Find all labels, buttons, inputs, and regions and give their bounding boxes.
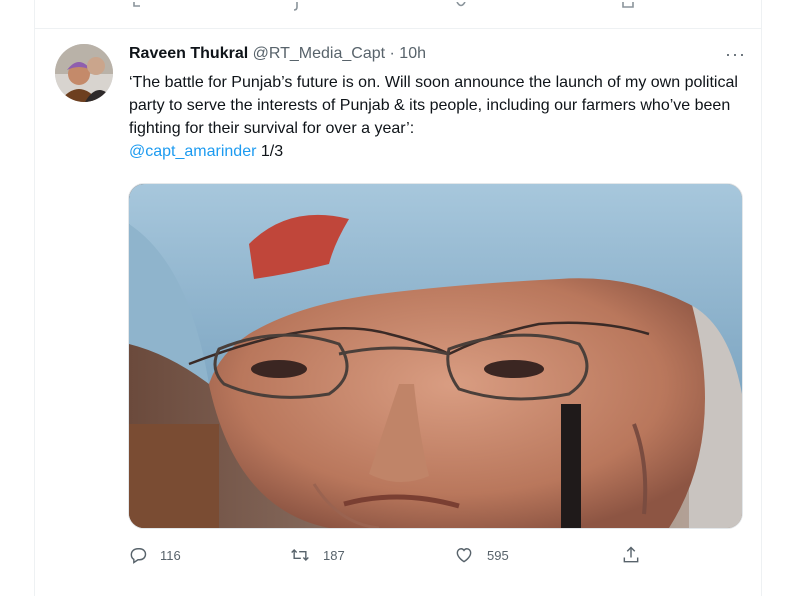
tweet-divider <box>35 28 762 29</box>
tweet-photo <box>129 184 742 528</box>
heart-icon <box>456 548 472 563</box>
reply-button[interactable]: 116 <box>128 545 181 565</box>
retweet-count: 187 <box>323 547 345 563</box>
avatar[interactable] <box>55 44 113 102</box>
left-gutter <box>0 0 34 596</box>
timeline-feed: Raveen Thukral @RT_Media_Capt · 10h ··· … <box>34 0 762 596</box>
like-count: 595 <box>487 547 509 563</box>
tweet-image[interactable] <box>128 183 743 529</box>
right-gutter <box>761 0 800 596</box>
like-button[interactable]: 595 <box>453 545 509 565</box>
separator-dot: · <box>389 45 395 62</box>
share-icon <box>623 546 639 563</box>
previous-tweet-actions <box>35 0 762 11</box>
previous-tweet-icons-remnant <box>133 1 634 11</box>
author-name[interactable]: Raveen Thukral <box>129 45 248 62</box>
share-button[interactable] <box>621 545 641 565</box>
retweet-icon <box>291 548 309 562</box>
reply-icon <box>130 548 147 564</box>
tweet-actions: 116 187 595 <box>35 540 762 570</box>
retweet-button[interactable]: 187 <box>289 545 345 565</box>
tweet-body: ‘The battle for Punjab’s future is on. W… <box>129 74 738 137</box>
more-options-icon[interactable]: ··· <box>725 44 746 65</box>
reply-count: 116 <box>160 547 181 563</box>
tweet-timestamp[interactable]: 10h <box>399 45 426 62</box>
tweet-header: Raveen Thukral @RT_Media_Capt · 10h <box>129 45 426 63</box>
tweet-text: ‘The battle for Punjab’s future is on. W… <box>129 71 749 163</box>
thread-marker: 1/3 <box>260 143 284 160</box>
mention-link[interactable]: @capt_amarinder <box>129 143 256 160</box>
author-handle[interactable]: @RT_Media_Capt <box>253 45 385 62</box>
